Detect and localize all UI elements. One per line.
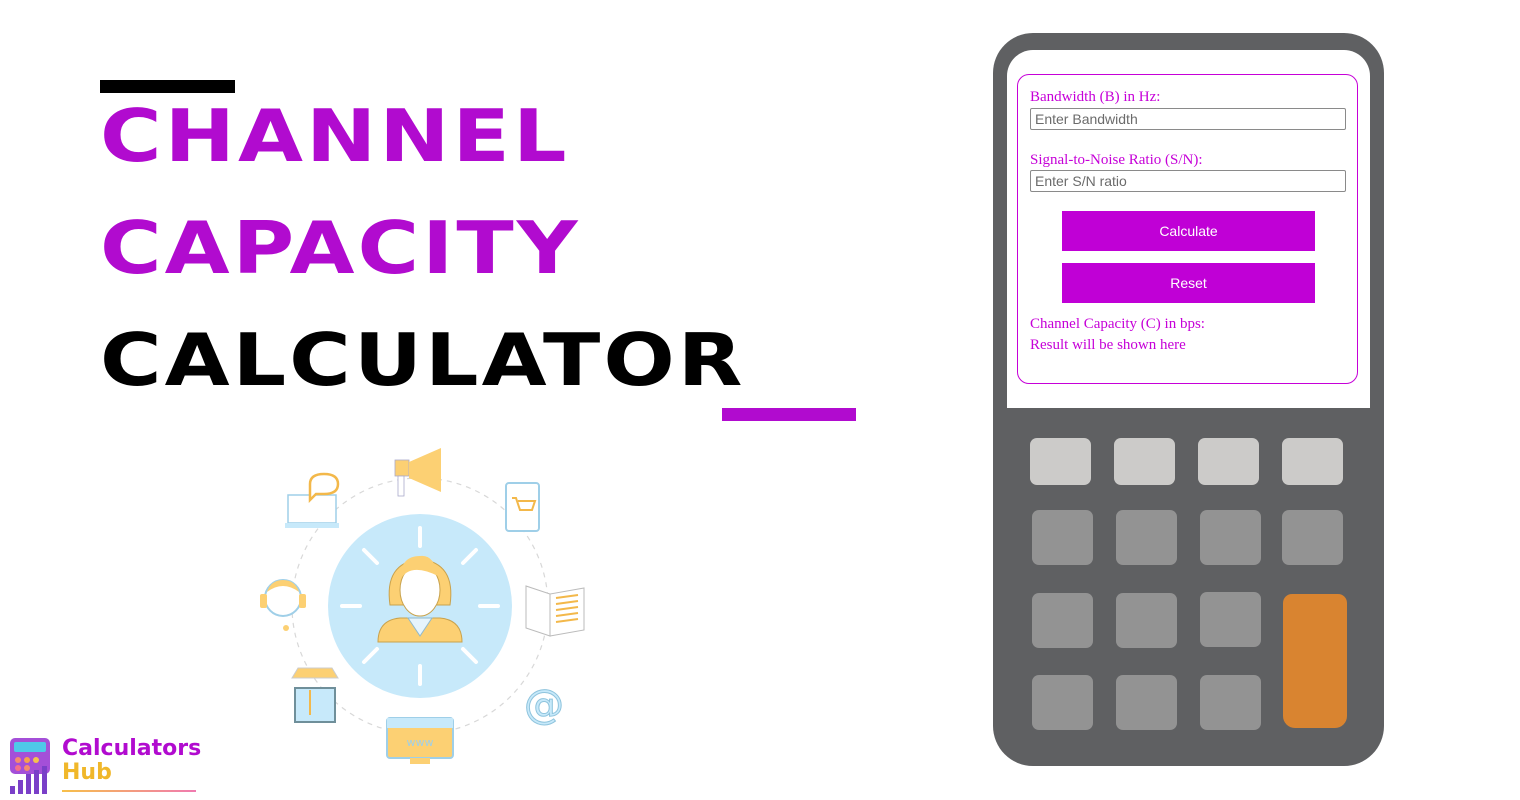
calculator-logo-icon: [10, 738, 50, 794]
www-text: www: [407, 736, 434, 749]
logo-text-hub: Hub: [62, 760, 112, 785]
result-label: Channel Capacity (C) in bps:: [1030, 316, 1205, 332]
calculate-button[interactable]: Calculate: [1062, 211, 1315, 251]
web-store-icon: www: [386, 717, 454, 764]
equals-key: [1283, 594, 1347, 728]
channel-capacity-form: Bandwidth (B) in Hz: Signal-to-Noise Rat…: [1017, 74, 1358, 384]
title-line-1: CHANNEL: [100, 93, 570, 179]
calculator-screen: Bandwidth (B) in Hz: Signal-to-Noise Rat…: [1007, 50, 1370, 408]
title-top-bar: [100, 80, 235, 93]
customer-network-illustration: @ www: [260, 448, 585, 764]
title-line-3: CALCULATOR: [100, 317, 746, 403]
calculator-key: [1198, 438, 1259, 485]
megaphone-icon: [394, 448, 441, 497]
calculator-key: [1116, 510, 1177, 565]
calculator-key: [1200, 592, 1261, 647]
calculator-key: [1282, 438, 1343, 485]
book-icon: [525, 585, 585, 637]
title-underscore-bar: [722, 408, 856, 421]
calculator-key: [1200, 510, 1261, 565]
at-sign-icon: @: [524, 682, 564, 728]
result-text: Result will be shown here: [1030, 337, 1186, 353]
calculators-hub-logo[interactable]: Calculators Hub: [6, 736, 201, 796]
logo-underline: [62, 790, 196, 792]
calculator-key: [1030, 438, 1091, 485]
calculator-key: [1114, 438, 1175, 485]
bandwidth-label: Bandwidth (B) in Hz:: [1030, 89, 1161, 105]
logo-text-calculators: Calculators: [62, 736, 202, 761]
reset-button[interactable]: Reset: [1062, 263, 1315, 303]
headset-icon: [260, 579, 306, 631]
shop-icon: [291, 667, 339, 723]
calculator-key: [1032, 510, 1093, 565]
calculator-key: [1032, 675, 1093, 730]
calculator-key: [1032, 593, 1093, 648]
calculator-device: Bandwidth (B) in Hz: Signal-to-Noise Rat…: [993, 33, 1384, 766]
snr-label: Signal-to-Noise Ratio (S/N):: [1030, 152, 1203, 168]
title-line-2: CAPACITY: [100, 205, 581, 291]
tablet-cart-icon: [505, 482, 540, 532]
calculator-key: [1282, 510, 1343, 565]
calculator-key: [1116, 593, 1177, 648]
snr-input[interactable]: [1030, 170, 1346, 192]
calculator-key: [1200, 675, 1261, 730]
bandwidth-input[interactable]: [1030, 108, 1346, 130]
laptop-chat-icon: [285, 472, 340, 528]
calculator-key: [1116, 675, 1177, 730]
